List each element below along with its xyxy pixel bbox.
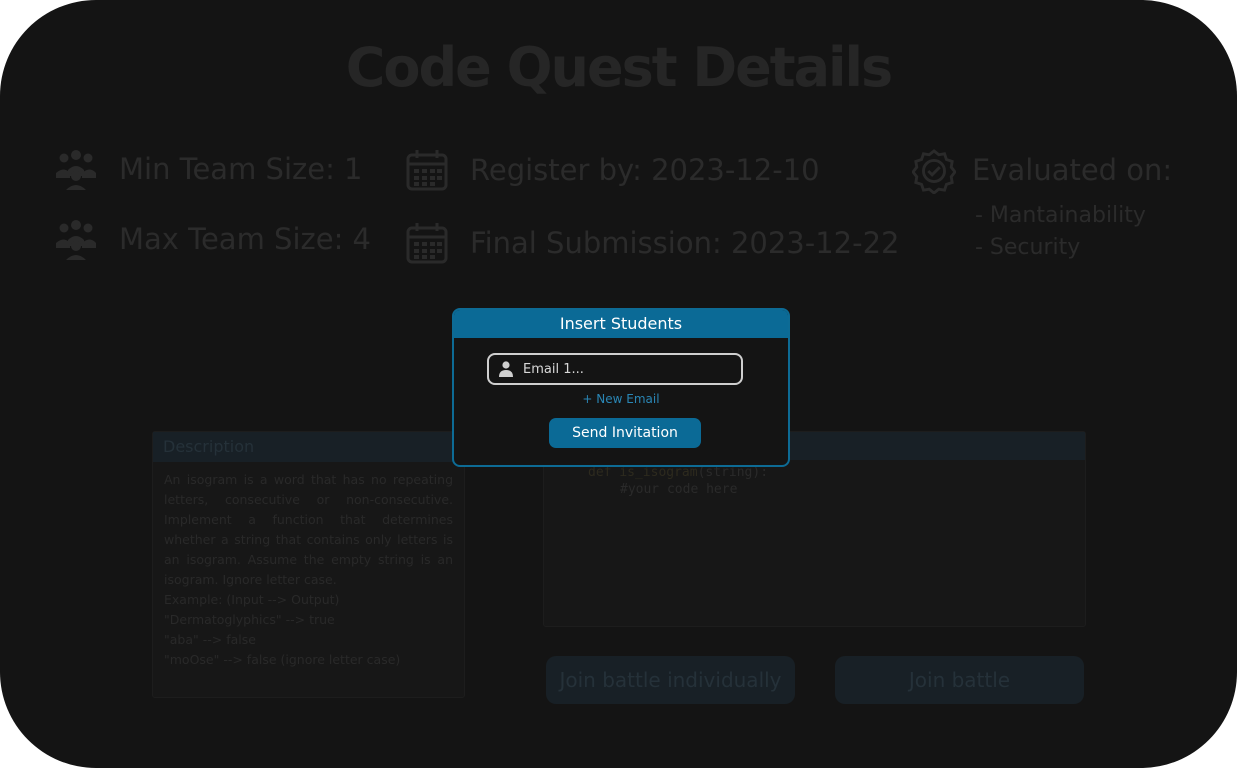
final-submission: Final Submission: 2023-12-22 — [404, 220, 899, 266]
new-email-link[interactable]: + New Email — [454, 392, 788, 406]
page-title: Code Quest Details — [345, 36, 893, 99]
description-header: Description — [153, 432, 464, 462]
description-line: "aba" --> false — [164, 632, 256, 647]
description-line: "Dermatoglyphics" --> true — [164, 612, 335, 627]
evaluated-on-label: Evaluated on: — [972, 153, 1173, 187]
insert-students-modal: Insert Students + New Email Send Invitat… — [452, 308, 790, 467]
description-body: An isogram is a word that has no repeati… — [153, 462, 464, 678]
modal-title: Insert Students — [454, 310, 788, 338]
criterion-item: - Security — [975, 235, 1081, 260]
send-invitation-button[interactable]: Send Invitation — [549, 418, 701, 448]
max-team-size-label: Max Team Size: 4 — [119, 222, 372, 256]
check-badge-icon — [912, 148, 956, 194]
email-field[interactable] — [487, 353, 743, 385]
description-paragraph: An isogram is a word that has no repeati… — [164, 472, 453, 587]
email-input[interactable] — [523, 361, 733, 377]
register-by-label: Register by: 2023-12-10 — [470, 153, 820, 187]
description-line: "moOse" --> false (ignore letter case) — [164, 652, 401, 667]
register-by: Register by: 2023-12-10 — [404, 147, 820, 193]
min-team-size-label: Min Team Size: 1 — [119, 152, 363, 186]
evaluated-on: Evaluated on: — [912, 148, 1173, 194]
team-icon — [53, 146, 99, 192]
code-line: #your code here — [620, 482, 738, 497]
join-battle-button[interactable]: Join battle — [835, 656, 1084, 704]
join-battle-individually-button[interactable]: Join battle individually — [546, 656, 795, 704]
evaluation-criteria: - Mantainability - Security — [975, 200, 1146, 264]
final-submission-label: Final Submission: 2023-12-22 — [470, 226, 900, 260]
app-window: Code Quest Details Min Team Size: 1 Max … — [0, 0, 1237, 768]
criterion-item: - Mantainability — [975, 203, 1146, 228]
user-icon — [499, 361, 513, 377]
max-team-size: Max Team Size: 4 — [53, 216, 371, 262]
description-line: Example: (Input --> Output) — [164, 592, 340, 607]
calendar-icon — [404, 147, 450, 193]
min-team-size: Min Team Size: 1 — [53, 146, 363, 192]
description-panel: Description An isogram is a word that ha… — [152, 431, 465, 698]
calendar-icon — [404, 220, 450, 266]
team-icon — [53, 216, 99, 262]
